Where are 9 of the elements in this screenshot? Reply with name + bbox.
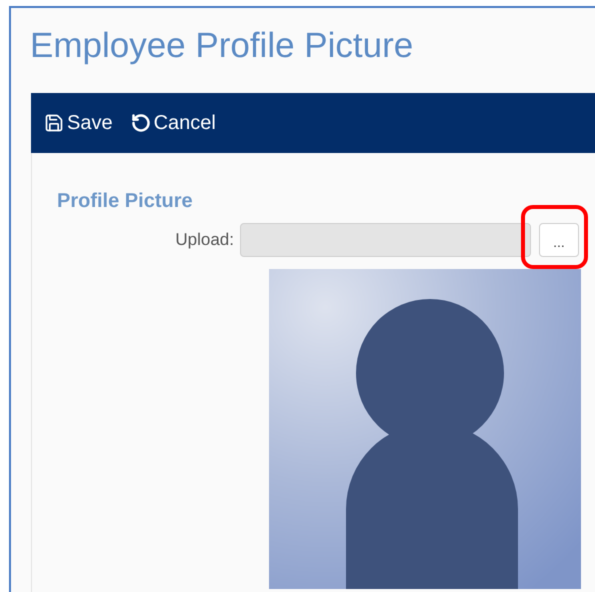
upload-field[interactable] [240, 223, 531, 257]
page-title: Employee Profile Picture [30, 25, 414, 67]
section-heading: Profile Picture [57, 189, 193, 213]
save-icon [44, 113, 64, 133]
cancel-button[interactable]: Cancel [130, 104, 217, 142]
browse-button[interactable]: ... [539, 223, 579, 257]
save-button[interactable]: Save [43, 104, 114, 142]
undo-icon [130, 113, 151, 133]
upload-label: Upload: [174, 229, 234, 252]
